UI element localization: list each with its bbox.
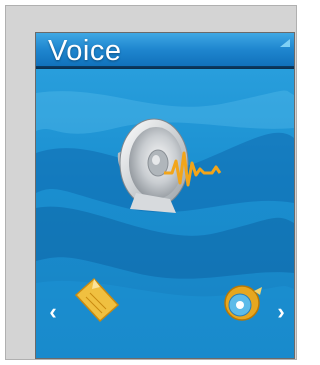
document-icon[interactable] — [72, 275, 122, 323]
title-bar: Voice — [36, 33, 294, 69]
corner-triangle-icon — [280, 39, 290, 47]
device-screen: Voice ‹ › — [36, 33, 294, 358]
page-title: Voice — [48, 35, 122, 67]
next-arrow-button[interactable]: › — [273, 301, 289, 323]
previous-arrow-button[interactable]: ‹ — [45, 301, 61, 323]
device-frame: Voice ‹ › — [5, 5, 297, 360]
speaker-sound-wave-icon[interactable] — [110, 113, 226, 219]
disc-icon[interactable] — [218, 281, 268, 325]
